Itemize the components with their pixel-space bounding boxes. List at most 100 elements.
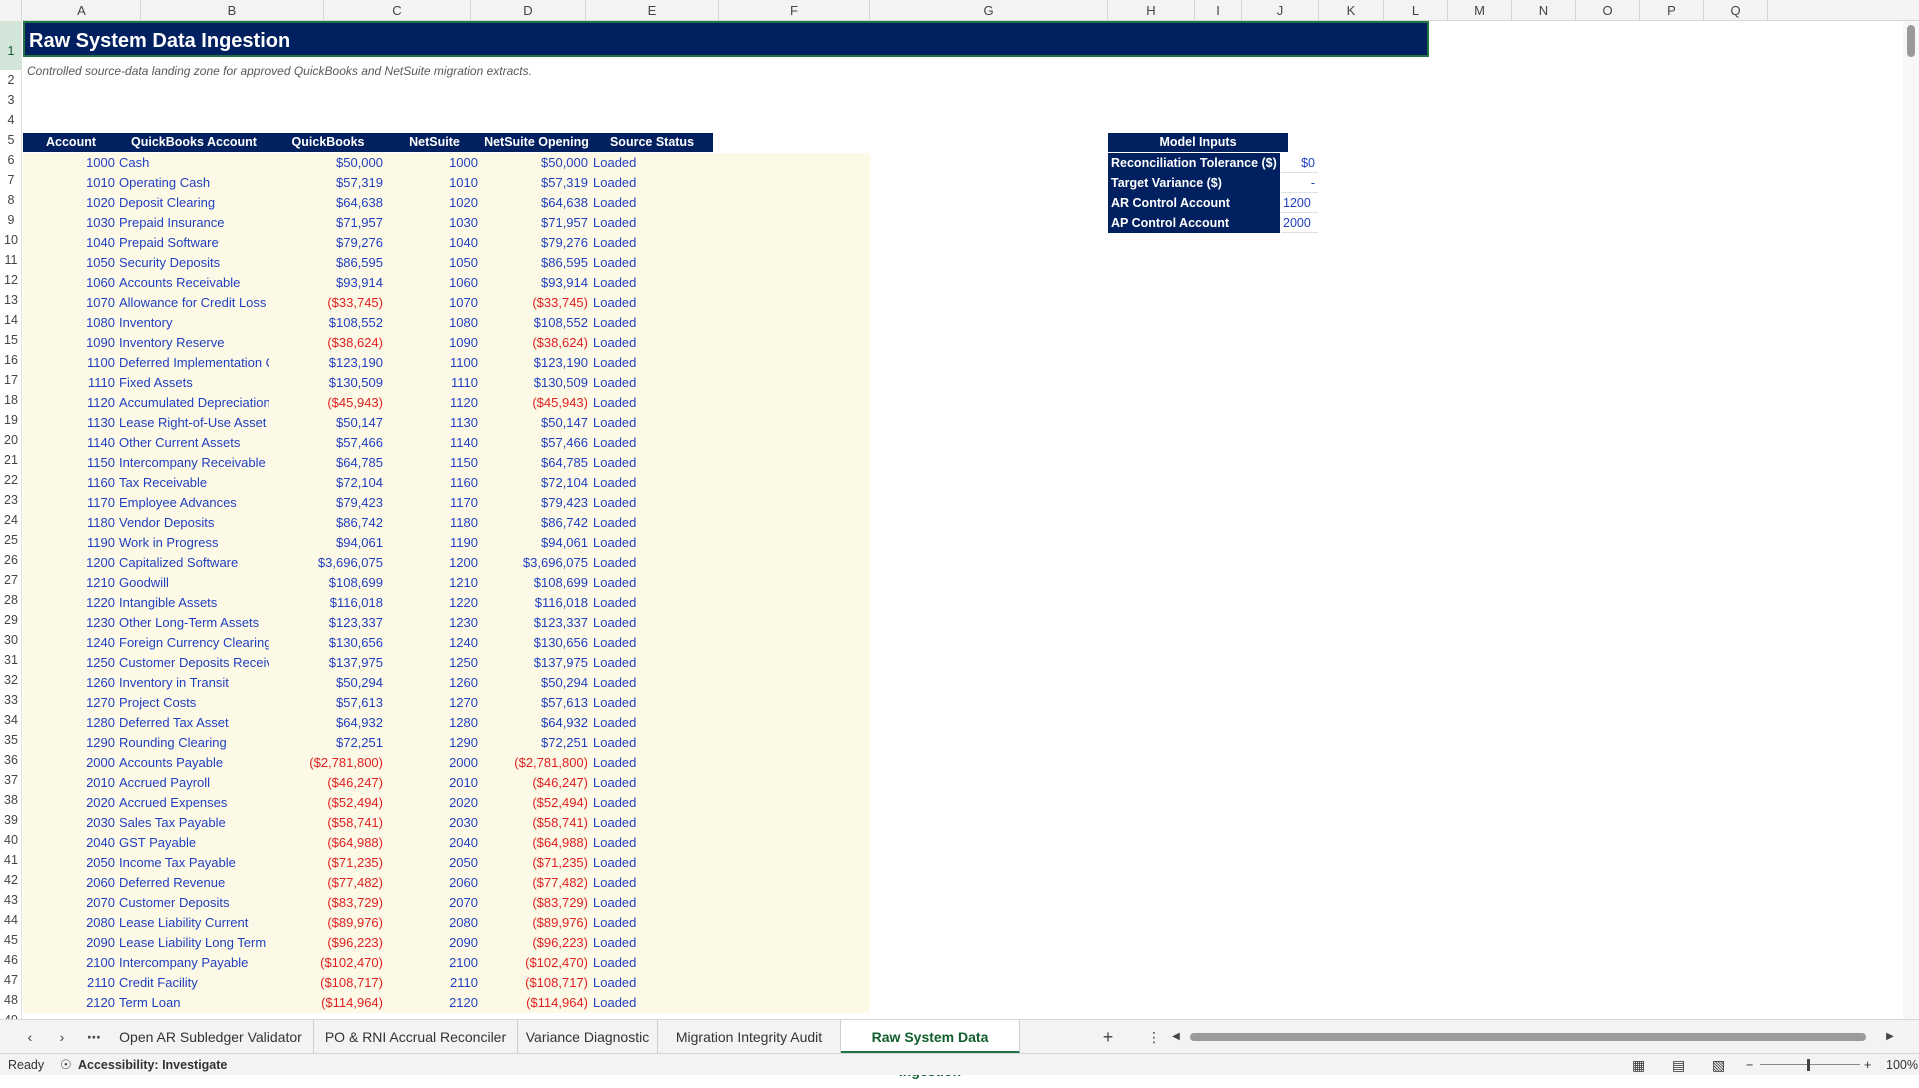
cell-ns[interactable]: $50,294 [482,673,588,693]
cell-ns-acct[interactable]: 1250 [387,653,478,673]
row-header[interactable]: 11 [0,250,21,270]
cell-status[interactable]: Loaded [593,413,711,433]
vertical-scrollbar[interactable] [1903,21,1919,1019]
cell-ns[interactable]: $3,696,075 [482,553,588,573]
column-header-i[interactable]: I [1195,0,1242,21]
prev-sheet-icon[interactable]: ‹ [20,1027,40,1047]
cell-status[interactable]: Loaded [593,893,711,913]
cell-qb[interactable]: $57,319 [269,173,383,193]
cell-ns[interactable]: ($77,482) [482,873,588,893]
cell-status[interactable]: Loaded [593,213,711,233]
cell-acct[interactable]: 1200 [23,553,115,573]
row-header[interactable]: 3 [0,90,21,110]
cell-acct[interactable]: 1000 [23,153,115,173]
column-header-p[interactable]: P [1640,0,1704,21]
cell-status[interactable]: Loaded [593,673,711,693]
cell-name[interactable]: Intangible Assets [119,593,269,613]
column-header-q[interactable]: Q [1704,0,1768,21]
cell-ns[interactable]: $79,276 [482,233,588,253]
column-header-k[interactable]: K [1319,0,1384,21]
column-header-f[interactable]: F [719,0,870,21]
cell-ns-acct[interactable]: 2060 [387,873,478,893]
vertical-scroll-thumb[interactable] [1907,25,1915,57]
row-header[interactable]: 30 [0,630,21,650]
row-header[interactable]: 46 [0,950,21,970]
cell-acct[interactable]: 2070 [23,893,115,913]
cell-ns[interactable]: ($33,745) [482,293,588,313]
cell-ns-acct[interactable]: 1080 [387,313,478,333]
cell-acct[interactable]: 1070 [23,293,115,313]
cell-name[interactable]: Accounts Payable [119,753,269,773]
cell-ns-acct[interactable]: 1070 [387,293,478,313]
cell-name[interactable]: Cash [119,153,269,173]
cell-qb[interactable]: $64,785 [269,453,383,473]
cell-status[interactable]: Loaded [593,913,711,933]
cell-name[interactable]: GST Payable [119,833,269,853]
cell-ns-acct[interactable]: 2020 [387,793,478,813]
cell-qb[interactable]: $94,061 [269,533,383,553]
sheet-options-icon[interactable]: ⋮ [1144,1027,1164,1047]
cell-status[interactable]: Loaded [593,493,711,513]
column-header-l[interactable]: L [1384,0,1448,21]
horizontal-scroll-thumb[interactable] [1190,1033,1866,1041]
cell-acct[interactable]: 1240 [23,633,115,653]
page-layout-icon[interactable]: ▤ [1672,1056,1685,1074]
accessibility-icon[interactable]: ☉ [60,1056,72,1074]
row-header[interactable]: 16 [0,350,21,370]
cell-qb[interactable]: $72,251 [269,733,383,753]
cell-qb[interactable]: $3,696,075 [269,553,383,573]
header-source-status[interactable]: Source Status [591,133,713,152]
cell-ns[interactable]: ($45,943) [482,393,588,413]
cell-acct[interactable]: 2120 [23,993,115,1013]
cell-name[interactable]: Lease Liability Long Term [119,933,269,953]
cell-status[interactable]: Loaded [593,573,711,593]
cell-acct[interactable]: 1100 [23,353,115,373]
cell-acct[interactable]: 1210 [23,573,115,593]
cell-status[interactable]: Loaded [593,293,711,313]
cell-name[interactable]: Credit Facility [119,973,269,993]
cell-ns[interactable]: $123,337 [482,613,588,633]
cell-ns[interactable]: $94,061 [482,533,588,553]
cell-ns[interactable]: $130,656 [482,633,588,653]
cell-status[interactable]: Loaded [593,873,711,893]
row-header[interactable]: 27 [0,570,21,590]
cell-ns[interactable]: ($64,988) [482,833,588,853]
cell-acct[interactable]: 1110 [23,373,115,393]
page-break-preview-icon[interactable]: ▧ [1712,1056,1725,1074]
cell-status[interactable]: Loaded [593,273,711,293]
cell-status[interactable]: Loaded [593,953,711,973]
cell-ns[interactable]: $50,147 [482,413,588,433]
cell-ns[interactable]: ($96,223) [482,933,588,953]
cell-acct[interactable]: 2030 [23,813,115,833]
column-header-d[interactable]: D [471,0,586,21]
cell-qb[interactable]: $130,509 [269,373,383,393]
cell-qb[interactable]: ($45,943) [269,393,383,413]
cell-ns[interactable]: $57,613 [482,693,588,713]
cell-name[interactable]: Customer Deposits [119,893,269,913]
cell-ns-acct[interactable]: 1210 [387,573,478,593]
title-cell[interactable]: Raw System Data Ingestion [23,21,1429,57]
cell-ns[interactable]: $108,699 [482,573,588,593]
header-ns-opening[interactable]: NetSuite Opening TB [482,133,591,168]
cell-acct[interactable]: 1050 [23,253,115,273]
cell-status[interactable]: Loaded [593,733,711,753]
row-header[interactable]: 7 [0,170,21,190]
cell-name[interactable]: Accumulated Depreciation [119,393,269,413]
cell-name[interactable]: Project Costs [119,693,269,713]
cell-ns-acct[interactable]: 1190 [387,533,478,553]
cell-ns-acct[interactable]: 1230 [387,613,478,633]
cell-status[interactable]: Loaded [593,353,711,373]
cell-name[interactable]: Employee Advances [119,493,269,513]
cell-ns[interactable]: $93,914 [482,273,588,293]
cell-ns-acct[interactable]: 2030 [387,813,478,833]
row-header[interactable]: 31 [0,650,21,670]
cell-ns-acct[interactable]: 1280 [387,713,478,733]
cell-qb[interactable]: ($52,494) [269,793,383,813]
cell-name[interactable]: Tax Receivable [119,473,269,493]
cell-ns[interactable]: $64,932 [482,713,588,733]
column-header-n[interactable]: N [1512,0,1576,21]
cell-ns[interactable]: ($52,494) [482,793,588,813]
row-header[interactable]: 41 [0,850,21,870]
cell-ns-acct[interactable]: 1000 [387,153,478,173]
cell-acct[interactable]: 1170 [23,493,115,513]
